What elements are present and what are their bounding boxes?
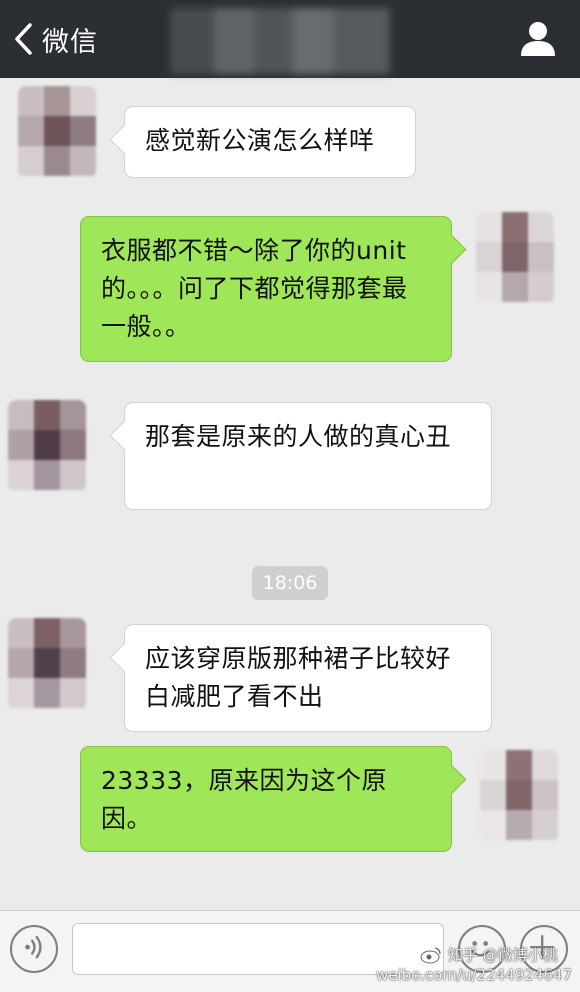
chat-area[interactable]: 感觉新公演怎么样咩 衣服都不错～除了你的unit的。。。问了下都觉得那套最一般。… — [0, 78, 580, 910]
chat-header: 微信 — [0, 0, 580, 78]
self-avatar[interactable] — [476, 212, 554, 304]
chevron-left-icon — [15, 23, 32, 55]
message-bubble-sent[interactable]: 23333，原来因为这个原因。 — [80, 746, 452, 852]
message-text: 应该穿原版那种裙子比较好 白减肥了看不出 — [145, 644, 452, 711]
message-text: 感觉新公演怎么样咩 — [145, 126, 375, 155]
back-button[interactable]: 微信 — [12, 14, 98, 64]
back-label: 微信 — [42, 26, 98, 58]
message-bubble-received[interactable]: 那套是原来的人做的真心丑 — [124, 402, 492, 510]
watermark-url: weibo.com/u/2244924647 — [376, 966, 572, 984]
timestamp: 18:06 — [252, 566, 328, 600]
voice-button[interactable] — [10, 925, 58, 973]
contact-avatar[interactable] — [18, 86, 96, 178]
message-bubble-received[interactable]: 应该穿原版那种裙子比较好 白减肥了看不出 — [124, 624, 492, 732]
message-text: 那套是原来的人做的真心丑 — [145, 422, 452, 451]
message-bubble-received[interactable]: 感觉新公演怎么样咩 — [124, 106, 416, 178]
message-text: 衣服都不错～除了你的unit的。。。问了下都觉得那套最一般。。 — [101, 236, 408, 341]
message-text: 23333，原来因为这个原因。 — [101, 766, 388, 833]
message-bubble-sent[interactable]: 衣服都不错～除了你的unit的。。。问了下都觉得那套最一般。。 — [80, 216, 452, 362]
weibo-logo-icon — [420, 947, 441, 964]
person-icon — [521, 22, 555, 56]
self-avatar[interactable] — [480, 750, 558, 842]
chat-title-blurred — [170, 8, 390, 74]
contact-avatar[interactable] — [8, 618, 86, 710]
profile-button[interactable] — [518, 18, 558, 58]
watermark-text: 知乎 @微博小桃 — [448, 946, 558, 964]
contact-avatar[interactable] — [8, 400, 86, 492]
voice-icon — [25, 935, 42, 959]
